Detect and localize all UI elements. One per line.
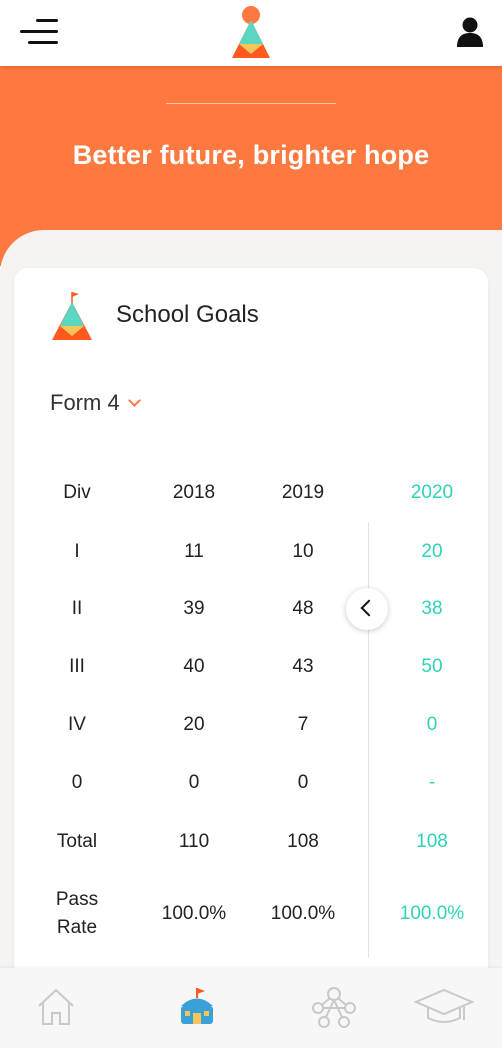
mountain-sun-logo [232,6,270,58]
mountain-flag-logo [52,292,92,340]
row-5-div: Total [56,831,98,852]
row-4-y2020: - [428,772,436,793]
row-4-y2019: 0 [297,772,309,793]
row-4-div: 0 [71,772,83,793]
row-2-y2018: 40 [183,656,205,677]
hero-title: Better future, brighter hope [72,140,430,170]
row-5-y2018: 110 [178,831,210,852]
row-0-div: I [74,541,80,562]
header-y2019: 2019 [281,482,325,503]
bottom-navigation [0,968,502,1048]
row-1-y2019: 48 [292,598,314,619]
row-1-y2020: 38 [421,598,443,619]
school-icon[interactable] [166,986,226,1028]
card-title: School Goals [116,301,259,328]
chevron-left-icon [360,599,378,617]
hero-divider [166,103,336,104]
form-dropdown-value: Form 4 [50,390,120,415]
row-6-y2020: 100.0% [399,903,465,924]
row-2-y2019: 43 [292,656,314,677]
network-icon[interactable] [304,986,364,1028]
row-0-y2020: 20 [421,541,443,562]
row-3-y2019: 7 [297,714,309,735]
row-1-y2018: 39 [183,598,205,619]
row-2-div: III [69,656,85,677]
row-2-y2020: 50 [421,656,443,677]
graduation-cap-icon[interactable] [414,986,474,1028]
row-5-y2019: 108 [287,831,319,852]
row-0-y2019: 10 [292,541,314,562]
user-icon[interactable] [456,16,484,48]
header-y2018: 2018 [172,482,216,503]
row-3-y2020: 0 [426,714,438,735]
hamburger-menu-icon[interactable] [18,16,58,48]
row-5-y2020: 108 [416,831,448,852]
chevron-down-icon [127,394,141,407]
row-3-y2018: 20 [183,714,205,735]
scroll-left-button[interactable] [346,588,388,630]
form-dropdown[interactable]: Form 4 [50,390,141,416]
row-0-y2018: 11 [184,541,204,562]
row-6-div: Pass Rate [55,889,99,938]
header-y2020: 2020 [410,482,454,503]
row-1-div: II [71,598,83,619]
row-4-y2018: 0 [188,772,200,793]
row-6-y2018: 100.0% [161,903,227,924]
row-3-div: IV [68,714,86,735]
row-6-y2019: 100.0% [270,903,336,924]
header-div: Div [63,482,91,503]
school-goals-card: School Goals Form 4 Div 2018 2019 2020 I 11 10… [14,268,488,988]
home-icon[interactable] [26,986,86,1028]
top-bar [0,0,502,66]
